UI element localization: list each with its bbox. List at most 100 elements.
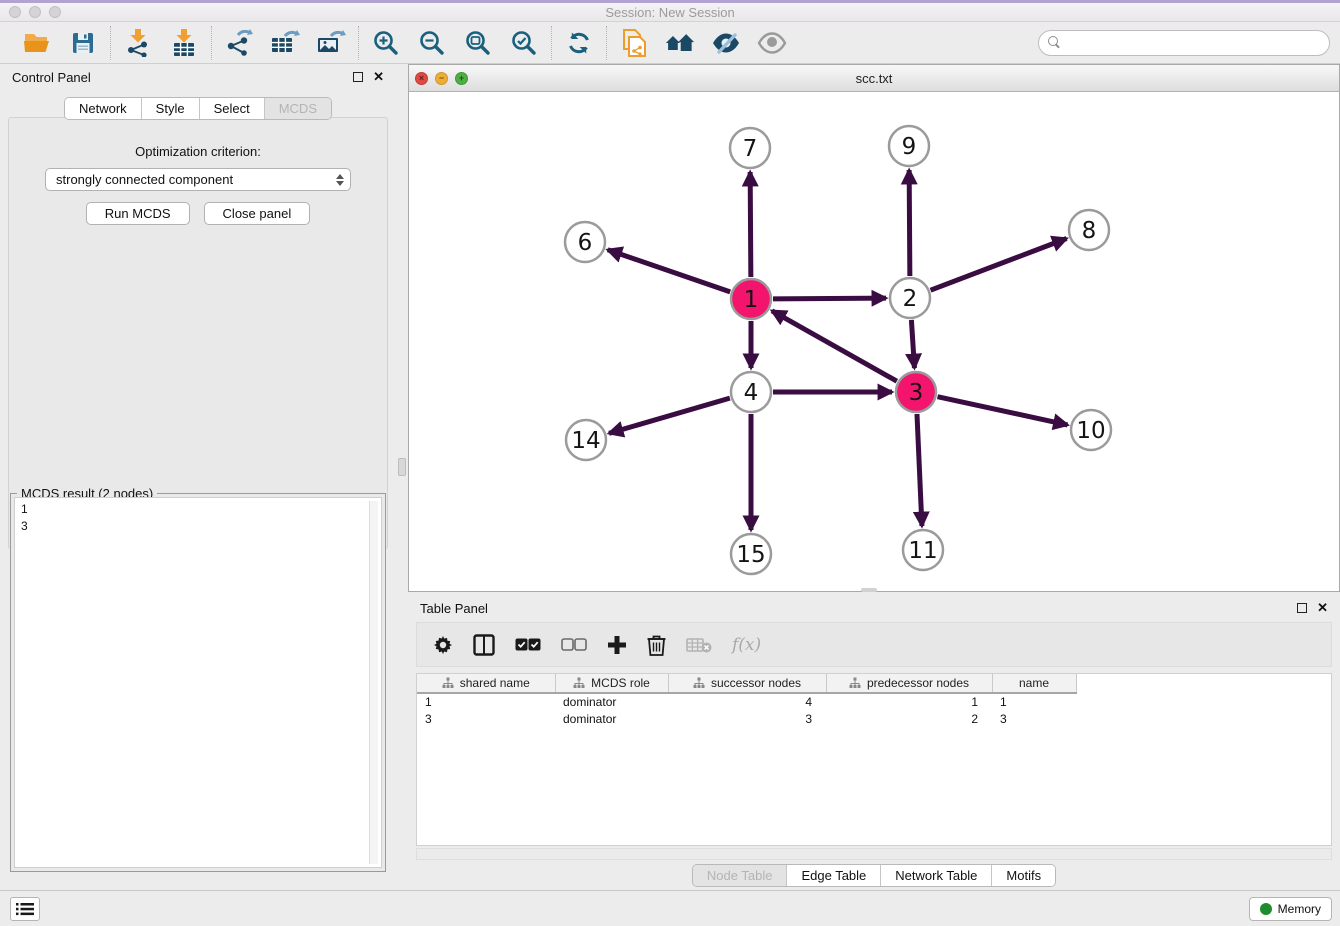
node-label-3: 3 [909,380,924,406]
optimization-criterion-label: Optimization criterion: [9,144,387,159]
cell-mcds-role[interactable]: dominator [555,710,668,727]
cell-predecessor-nodes[interactable]: 2 [826,710,992,727]
show-graphics-icon[interactable] [757,28,787,58]
cell-mcds-role[interactable]: dominator [555,693,668,710]
node-label-6: 6 [578,230,593,256]
tab-style[interactable]: Style [142,98,200,119]
node-label-1: 1 [744,287,759,313]
memory-label: Memory [1278,902,1321,916]
control-panel-tab-bar: Network Style Select MCDS [64,97,332,120]
column-header-predecessor-nodes[interactable]: predecessor nodes [826,674,992,693]
node-label-4: 4 [744,380,759,406]
copy-network-icon[interactable] [619,28,649,58]
float-panel-icon[interactable] [353,72,363,82]
edge-3-1[interactable] [772,311,897,381]
edge-1-7[interactable] [750,172,751,277]
select-all-columns-icon[interactable] [515,632,541,658]
mcds-result-item[interactable]: 3 [21,518,375,535]
float-table-panel-icon[interactable] [1297,603,1307,613]
open-file-icon[interactable] [22,28,52,58]
table-row[interactable]: 1 dominator 4 1 1 [417,693,1076,710]
zoom-out-icon[interactable] [417,28,447,58]
refresh-icon[interactable] [564,28,594,58]
edge-4-14[interactable] [609,398,730,433]
cell-name[interactable]: 3 [992,710,1076,727]
optimization-criterion-select[interactable]: strongly connected component [45,168,351,191]
tab-network-table[interactable]: Network Table [881,865,992,886]
column-layout-icon[interactable] [473,632,495,658]
splitter-handle[interactable] [398,458,406,476]
table-row[interactable]: 3 dominator 3 2 3 [417,710,1076,727]
task-history-button[interactable] [10,897,40,921]
cell-predecessor-nodes[interactable]: 1 [826,693,992,710]
window-title: Session: New Session [0,5,1340,20]
list-icon [16,902,34,916]
tab-network[interactable]: Network [65,98,142,119]
shared-column-icon [849,677,861,689]
export-image-icon[interactable] [316,28,346,58]
column-header-mcds-role[interactable]: MCDS role [555,674,668,693]
tab-node-table[interactable]: Node Table [693,865,788,886]
edge-2-8[interactable] [931,239,1067,291]
memory-status-icon [1260,903,1272,915]
add-column-icon[interactable] [607,632,627,658]
edge-3-11[interactable] [917,414,922,526]
zoom-in-icon[interactable] [371,28,401,58]
edge-1-2[interactable] [773,298,886,299]
mcds-result-list[interactable]: 1 3 [14,497,382,868]
export-table-icon[interactable] [270,28,300,58]
close-table-panel-icon[interactable]: ✕ [1317,603,1328,613]
shared-column-icon [442,677,454,689]
memory-button[interactable]: Memory [1249,897,1332,921]
search-icon [1048,36,1061,49]
import-network-icon[interactable] [123,28,153,58]
panel-splitter[interactable] [396,64,408,890]
search-input[interactable] [1066,35,1320,50]
network-canvas[interactable]: 7968124314101511 [409,92,1339,591]
export-network-icon[interactable] [224,28,254,58]
zoom-selected-icon[interactable] [509,28,539,58]
status-bar: Memory [0,890,1340,926]
deselect-all-columns-icon[interactable] [561,632,587,658]
cell-successor-nodes[interactable]: 3 [668,710,826,727]
table-header-row: shared name MCDS role successor nodes pr… [417,674,1076,693]
network-splitter-handle[interactable] [861,588,877,592]
table-toolbar: f(x) [416,622,1332,667]
close-panel-icon[interactable]: ✕ [373,72,384,82]
table-horizontal-scrollbar[interactable] [416,848,1332,860]
node-label-10: 10 [1076,418,1105,444]
mcds-result-item[interactable]: 1 [21,501,375,518]
edge-3-10[interactable] [937,397,1067,425]
column-header-shared-name[interactable]: shared name [417,674,555,693]
import-table-icon[interactable] [169,28,199,58]
close-panel-button[interactable]: Close panel [204,202,311,225]
node-label-2: 2 [903,286,918,312]
cell-name[interactable]: 1 [992,693,1076,710]
save-icon[interactable] [68,28,98,58]
edge-2-3[interactable] [911,320,914,368]
optimization-criterion-value: strongly connected component [56,172,233,187]
edge-2-9[interactable] [909,170,910,276]
cell-successor-nodes[interactable]: 4 [668,693,826,710]
cell-shared-name[interactable]: 3 [417,710,555,727]
settings-gear-icon[interactable] [433,632,453,658]
column-header-successor-nodes[interactable]: successor nodes [668,674,826,693]
application-window: Session: New Session [0,0,1340,926]
result-scrollbar[interactable] [369,501,378,864]
run-mcds-button[interactable]: Run MCDS [86,202,190,225]
tab-motifs[interactable]: Motifs [992,865,1055,886]
edge-1-6[interactable] [608,250,730,292]
network-graph[interactable]: 7968124314101511 [409,92,1339,591]
column-header-name[interactable]: name [992,674,1076,693]
tab-select[interactable]: Select [200,98,265,119]
table-panel-title: Table Panel [420,601,488,616]
hide-annotations-icon[interactable] [711,28,741,58]
delete-column-icon[interactable] [647,632,666,658]
tab-edge-table[interactable]: Edge Table [787,865,881,886]
tab-mcds[interactable]: MCDS [265,98,331,119]
zoom-fit-icon[interactable] [463,28,493,58]
network-window-titlebar[interactable]: × − + scc.txt [409,65,1339,92]
mcds-result-group: MCDS result (2 nodes) 1 3 [10,493,386,872]
cell-shared-name[interactable]: 1 [417,693,555,710]
home-icon[interactable] [665,28,695,58]
